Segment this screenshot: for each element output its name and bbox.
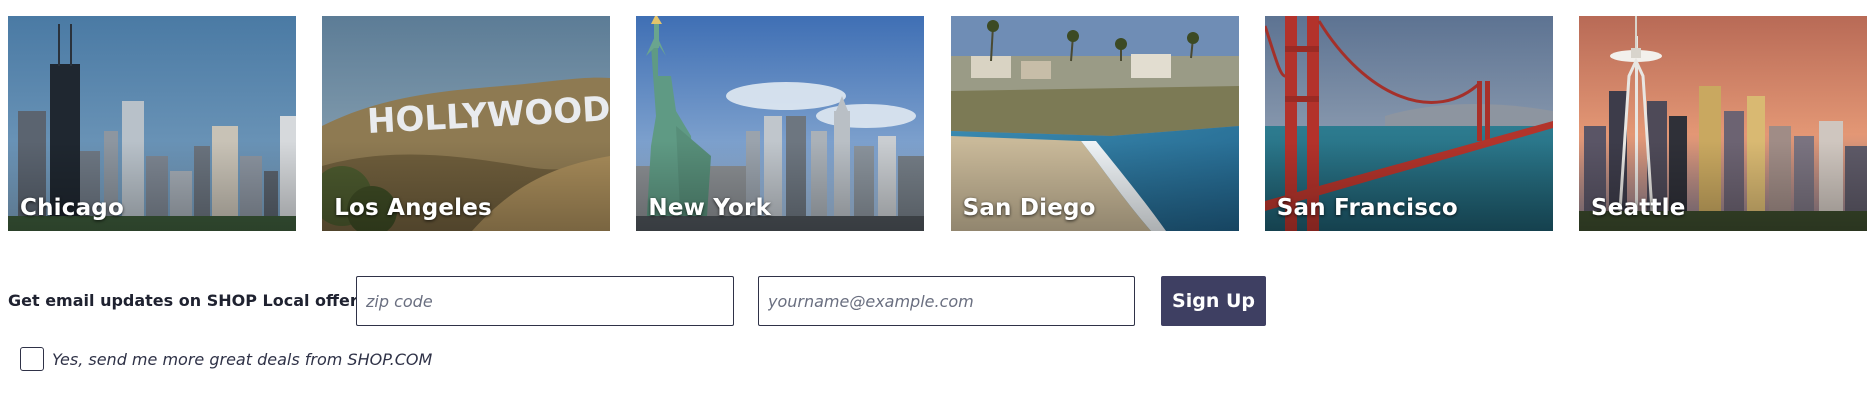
- city-name: San Diego: [962, 195, 1096, 221]
- email-signup-row: Get email updates on SHOP Local offers i…: [8, 276, 1868, 326]
- signup-label: Get email updates on SHOP Local offers i…: [8, 291, 390, 310]
- email-input[interactable]: [758, 276, 1135, 326]
- city-tile-chicago[interactable]: Chicago: [8, 16, 296, 231]
- sign-up-button[interactable]: Sign Up: [1161, 276, 1266, 326]
- optin-checkbox[interactable]: [20, 347, 44, 371]
- city-name: Chicago: [20, 195, 124, 221]
- city-name: Seattle: [1590, 195, 1686, 221]
- city-name: San Francisco: [1276, 195, 1458, 221]
- city-tiles: Chicago HOLLYWOOD Los Angeles New York S…: [8, 16, 1867, 231]
- city-tile-new-york[interactable]: New York: [636, 16, 925, 231]
- zip-code-input[interactable]: [356, 276, 734, 326]
- city-tile-seattle[interactable]: Seattle: [1578, 16, 1867, 231]
- shop-local-page: Chicago HOLLYWOOD Los Angeles New York S…: [0, 0, 1875, 401]
- city-name: Los Angeles: [334, 195, 492, 221]
- city-tile-san-diego[interactable]: San Diego: [950, 16, 1239, 231]
- city-name: New York: [648, 195, 772, 221]
- optin-label: Yes, send me more great deals from SHOP.…: [52, 349, 433, 369]
- city-tile-los-angeles[interactable]: HOLLYWOOD Los Angeles: [322, 16, 611, 231]
- city-tile-san-francisco[interactable]: San Francisco: [1264, 16, 1553, 231]
- optin-row: Yes, send me more great deals from SHOP.…: [20, 346, 432, 372]
